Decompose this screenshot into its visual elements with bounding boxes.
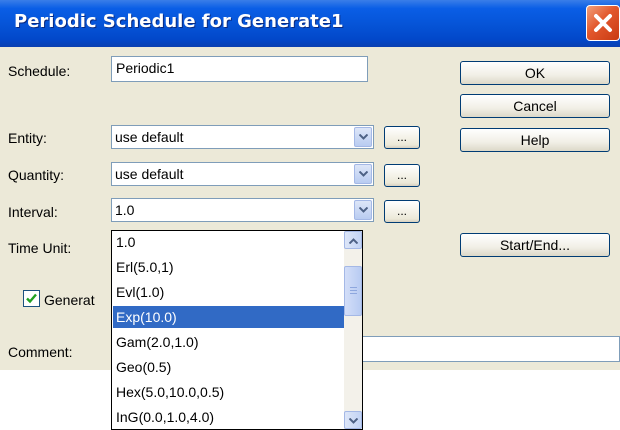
chevron-down-icon [349, 418, 358, 424]
dropdown-item-label: Evl(1.0) [116, 284, 165, 300]
start-end-label: Start/End... [499, 237, 571, 253]
cancel-label: Cancel [513, 98, 557, 114]
generate-checkbox[interactable] [23, 290, 40, 307]
dropdown-item-selected[interactable]: Exp(10.0) [113, 306, 344, 328]
close-icon [594, 14, 612, 32]
ellipsis-label: ... [396, 168, 407, 182]
comment-label: Comment: [8, 344, 73, 360]
dropdown-item[interactable]: Erl(5.0,1) [113, 256, 344, 278]
grip-line [350, 293, 357, 294]
dropdown-item-label: Exp(10.0) [116, 309, 177, 325]
quantity-browse-button[interactable]: ... [384, 164, 420, 187]
dropdown-scrollbar[interactable] [344, 231, 362, 429]
interval-dropdown-list[interactable]: 1.0 Erl(5.0,1) Evl(1.0) Exp(10.0) Gam(2.… [111, 230, 363, 430]
dropdown-item[interactable]: Geo(0.5) [113, 356, 344, 378]
dropdown-item-label: 1.0 [116, 234, 136, 250]
schedule-input[interactable]: Periodic1 [111, 56, 368, 82]
entity-dropdown-button[interactable] [354, 127, 372, 147]
chevron-down-icon [359, 171, 368, 177]
quantity-dropdown-button[interactable] [354, 164, 372, 184]
start-end-button[interactable]: Start/End... [460, 233, 610, 257]
help-label: Help [520, 132, 550, 148]
window-title: Periodic Schedule for Generate1 [14, 11, 344, 32]
scroll-up-button[interactable] [344, 231, 362, 249]
chevron-down-icon [359, 134, 368, 140]
interval-value: 1.0 [115, 202, 135, 218]
interval-combobox[interactable]: 1.0 [111, 198, 374, 222]
schedule-value: Periodic1 [116, 60, 175, 76]
dropdown-item[interactable]: 1.0 [113, 231, 344, 253]
entity-label: Entity: [8, 130, 47, 146]
dropdown-item[interactable]: Hex(5.0,10.0,0.5) [113, 381, 344, 403]
grip-line [350, 290, 357, 291]
help-button[interactable]: Help [460, 128, 610, 152]
quantity-combobox[interactable]: use default [111, 162, 374, 186]
interval-browse-button[interactable]: ... [384, 200, 420, 223]
entity-combobox[interactable]: use default [111, 125, 374, 149]
entity-browse-button[interactable]: ... [384, 126, 420, 149]
dropdown-item[interactable]: InG(0.0,1.0,4.0) [113, 406, 344, 428]
chevron-down-icon [359, 207, 368, 213]
dropdown-item-label: Erl(5.0,1) [116, 259, 174, 275]
title-bar[interactable]: Periodic Schedule for Generate1 [0, 0, 620, 47]
time-unit-label: Time Unit: [8, 240, 72, 256]
dropdown-item[interactable]: Evl(1.0) [113, 281, 344, 303]
entity-value: use default [115, 129, 184, 145]
dropdown-item-label: Hex(5.0,10.0,0.5) [116, 384, 225, 400]
schedule-label: Schedule: [8, 63, 71, 79]
dropdown-item[interactable]: Gam(2.0,1.0) [113, 331, 344, 353]
dropdown-item-label: Gam(2.0,1.0) [116, 334, 199, 350]
quantity-label: Quantity: [8, 167, 65, 183]
ok-button[interactable]: OK [460, 61, 610, 85]
chevron-up-icon [349, 238, 358, 244]
ellipsis-label: ... [396, 130, 407, 144]
ellipsis-label: ... [396, 204, 407, 218]
dropdown-item-label: Geo(0.5) [116, 359, 172, 375]
generate-label: Generat [44, 292, 95, 308]
grip-line [350, 287, 357, 288]
cancel-button[interactable]: Cancel [460, 94, 610, 118]
interval-dropdown-button[interactable] [354, 200, 372, 220]
checkmark-icon [26, 293, 37, 304]
dropdown-item-label: InG(0.0,1.0,4.0) [116, 409, 215, 425]
scroll-down-button[interactable] [344, 411, 362, 429]
ok-label: OK [524, 65, 546, 81]
interval-label: Interval: [8, 204, 58, 220]
close-button[interactable] [586, 5, 620, 41]
scroll-thumb[interactable] [344, 266, 362, 316]
quantity-value: use default [115, 166, 184, 182]
